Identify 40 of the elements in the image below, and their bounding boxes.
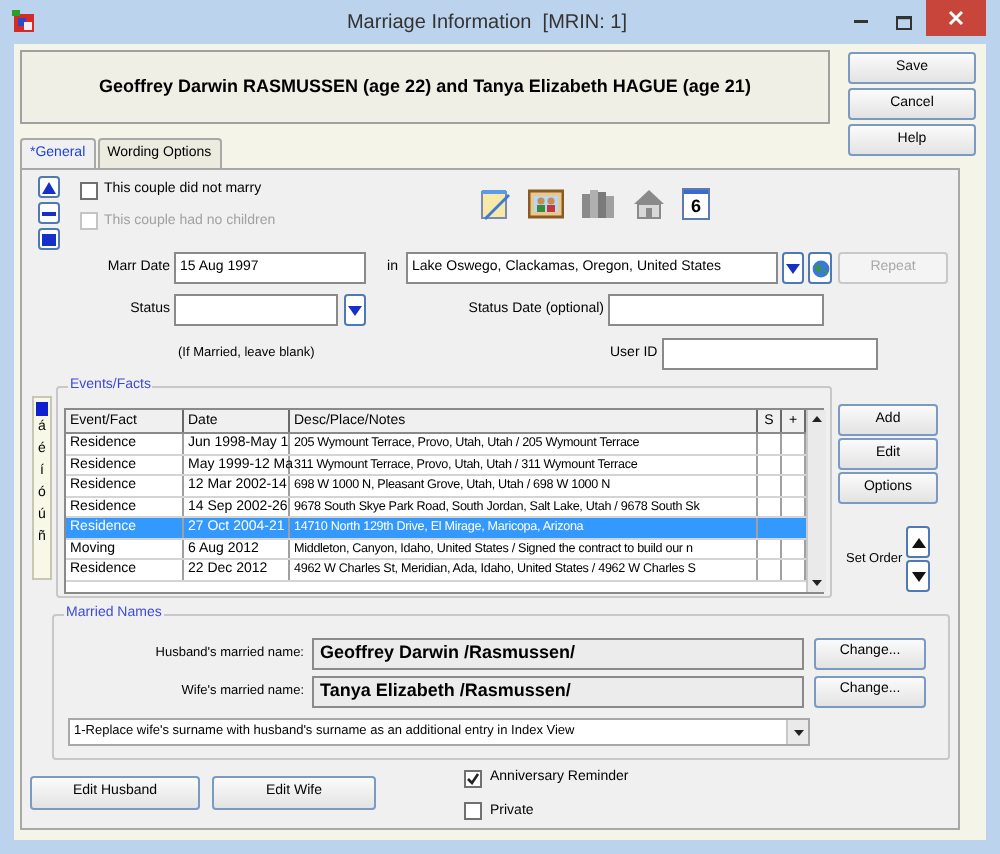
user-id-field[interactable] [661,338,878,370]
up-triangle-icon [911,537,926,547]
down-triangle-icon [911,571,926,581]
square-icon [36,402,48,416]
down-triangle-icon [348,305,362,315]
scrollbar[interactable] [806,410,826,592]
down-triangle-icon [793,729,803,735]
move-down-button[interactable] [906,560,931,592]
married-name-field: Geoffrey Darwin /Rasmussen/ [312,637,804,669]
dropdown-button[interactable] [344,294,366,326]
status-date-field[interactable] [608,294,824,326]
check-icon [466,771,480,786]
globe-icon [811,259,829,277]
checkbox[interactable] [80,181,98,200]
maximize-icon [896,15,912,29]
minus-icon [42,207,56,219]
status-field[interactable] [174,294,338,326]
window-title: Marriage Information [MRIN: 1] [344,9,630,37]
app-icon [12,10,36,34]
checkbox[interactable] [464,769,482,788]
books-icon [580,188,616,220]
dropdown-button[interactable] [782,252,804,284]
notepad-icon [480,188,512,220]
couple-names: Geoffrey Darwin RASMUSSEN (age 22) and Tanya Elizabeth HAGUE (age 21) [99,73,751,100]
down-triangle-icon [786,263,800,273]
nav-minus-button[interactable] [38,202,60,224]
house-icon [632,188,666,220]
nav-square-button[interactable] [38,228,60,250]
married-name-field: Tanya Elizabeth /Rasmussen/ [312,675,804,707]
checkbox[interactable] [464,802,482,821]
minimize-icon [853,20,867,24]
close-button[interactable] [926,0,986,36]
move-up-button[interactable] [906,526,931,558]
square-icon [42,233,56,245]
calendar-day: 6 [690,194,701,218]
globe-button[interactable] [808,252,832,284]
up-triangle-icon [42,181,56,193]
family-photo-icon [528,188,564,220]
close-icon [948,10,964,26]
nav-up-button[interactable] [38,176,60,198]
